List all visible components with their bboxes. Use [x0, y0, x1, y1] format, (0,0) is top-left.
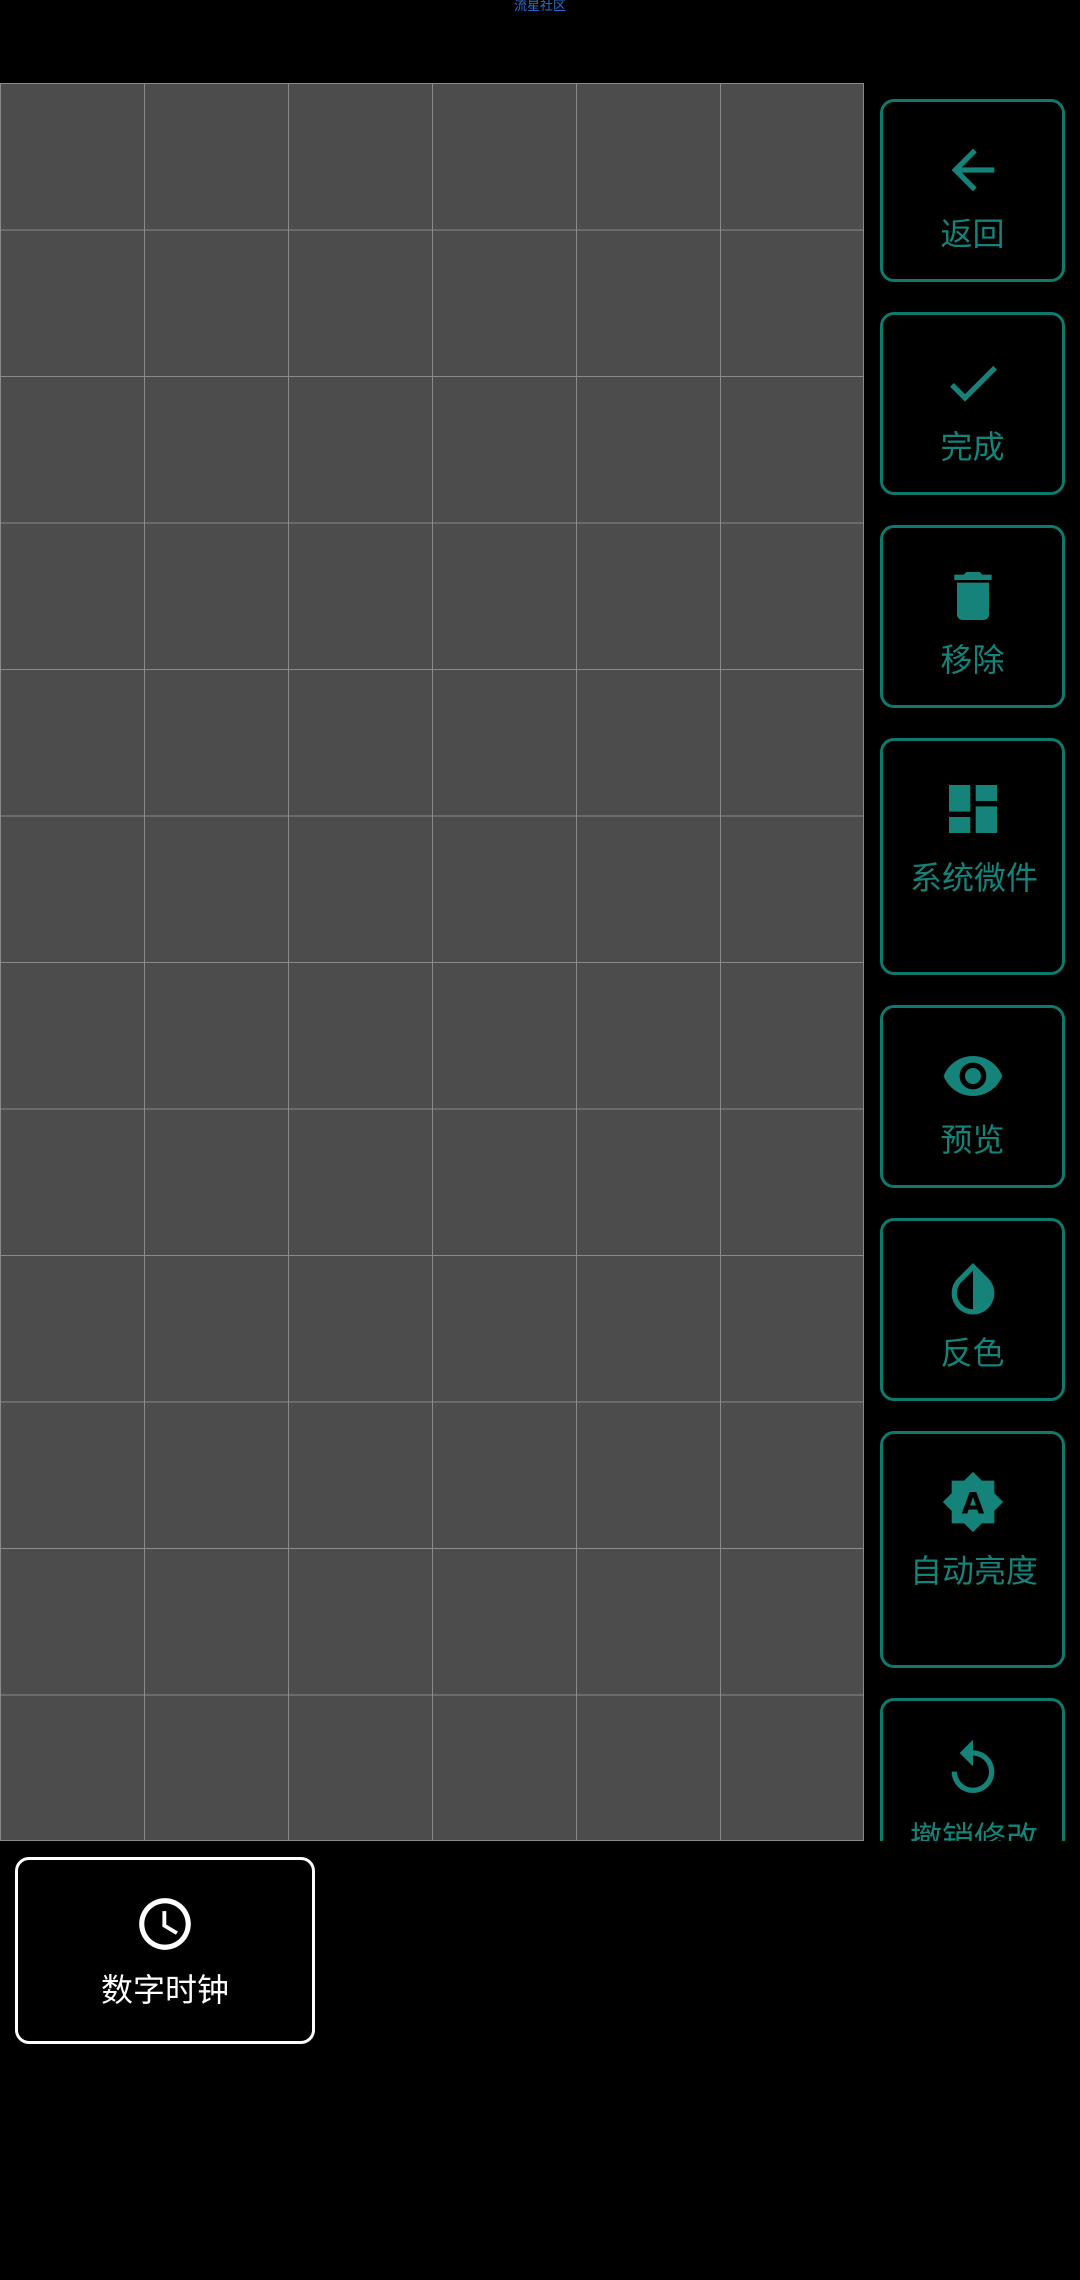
widget-item-digital-clock[interactable]: 数字时钟 — [15, 1857, 315, 2044]
trash-icon — [941, 564, 1005, 628]
back-button[interactable]: 返回 — [880, 99, 1065, 282]
auto-brightness-icon: A — [941, 1470, 1005, 1534]
invert-colors-button-label: 反色 — [940, 1334, 1005, 1372]
system-widgets-button-label: 系统微件 — [910, 859, 1039, 897]
widget-item-label: 数字时钟 — [100, 1971, 229, 2009]
clock-icon — [134, 1893, 196, 1955]
preview-button[interactable]: 预览 — [880, 1005, 1065, 1188]
preview-button-label: 预览 — [940, 1121, 1005, 1159]
done-button-label: 完成 — [940, 428, 1005, 466]
invert-colors-button[interactable]: 反色 — [880, 1218, 1065, 1401]
remove-button[interactable]: 移除 — [880, 525, 1065, 708]
dashboard-icon — [941, 777, 1005, 841]
back-button-label: 返回 — [940, 215, 1005, 253]
auto-brightness-button[interactable]: A 自动亮度 — [880, 1431, 1065, 1668]
done-button[interactable]: 完成 — [880, 312, 1065, 495]
auto-brightness-button-label: 自动亮度 — [910, 1552, 1039, 1590]
invert-colors-icon — [941, 1257, 1005, 1321]
undo-changes-button-label: 撤销修改 — [910, 1819, 1039, 1841]
undo-changes-button[interactable]: 撤销修改 — [880, 1698, 1065, 1841]
system-widgets-button[interactable]: 系统微件 — [880, 738, 1065, 975]
widget-layout-grid[interactable] — [0, 83, 864, 1841]
arrow-back-icon — [941, 138, 1005, 202]
check-icon — [941, 351, 1005, 415]
remove-button-label: 移除 — [940, 641, 1005, 679]
eye-icon — [941, 1044, 1005, 1108]
status-watermark: 流星社区 — [513, 0, 566, 14]
undo-icon — [941, 1737, 1005, 1801]
side-action-panel[interactable]: 返回 完成 移除 系统微件 预览 反色 A 自动亮度 撤销修改 — [880, 99, 1065, 1841]
svg-text:A: A — [961, 1486, 984, 1520]
